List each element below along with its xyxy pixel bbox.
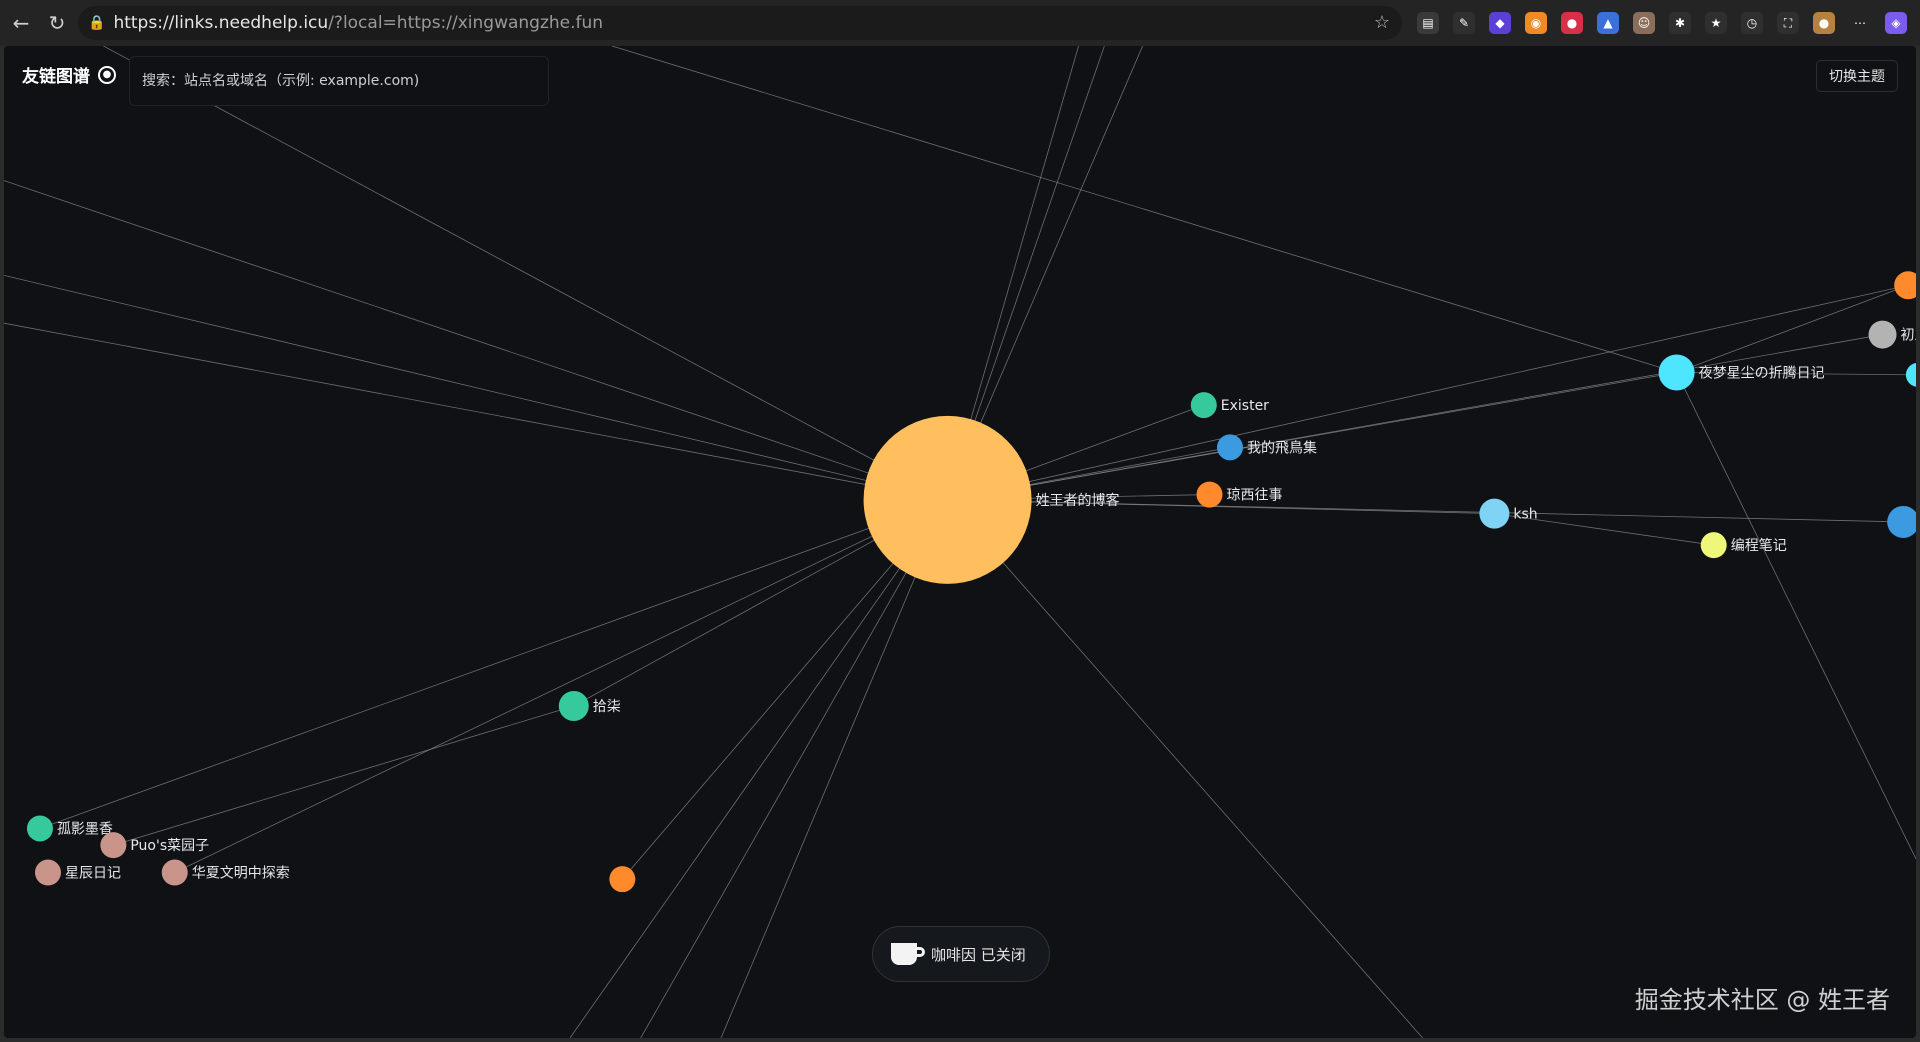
caffeine-toggle-button[interactable]: 咖啡因 已关闭 — [872, 926, 1050, 982]
node-circle[interactable] — [100, 832, 127, 859]
ext-red-icon[interactable]: ● — [1561, 12, 1583, 34]
node-circle[interactable] — [26, 815, 53, 842]
node-label: 初之 — [1901, 327, 1916, 344]
copilot-icon[interactable]: ◈ — [1885, 12, 1907, 34]
node-label: 姓王者的博客 — [1036, 492, 1120, 509]
lock-icon[interactable]: 🔒 — [88, 15, 105, 31]
search-input[interactable] — [129, 56, 549, 106]
node-circle[interactable] — [34, 859, 61, 886]
friend-link-graph[interactable]: 姓王者的博客 Exister 我的飛鳥集琼西往事 ksh 编程笔记 夜梦星尘の折腾日记 初之… — [4, 46, 1916, 1038]
rss-icon[interactable]: ◉ — [1525, 12, 1547, 34]
node-label: Puo's菜园子 — [130, 838, 209, 854]
toggle-theme-button[interactable]: 切换主题 — [1816, 60, 1898, 92]
node-label: 星辰日记 — [65, 866, 121, 882]
node-circle[interactable] — [1479, 498, 1510, 529]
node-circle[interactable] — [161, 859, 188, 886]
ext-face-icon[interactable]: ☺ — [1633, 12, 1655, 34]
node-circle[interactable] — [1658, 354, 1695, 391]
graph-page: 姓王者的博客 Exister 我的飛鳥集琼西往事 ksh 编程笔记 夜梦星尘の折腾日记 初之… — [4, 46, 1916, 1038]
graph-node[interactable]: 拾柒 — [558, 690, 621, 721]
node-circle[interactable] — [863, 415, 1032, 584]
coffee-cup-icon — [891, 943, 925, 965]
node-circle[interactable] — [1196, 481, 1223, 508]
graph-node[interactable]: 孤影墨香 — [26, 815, 113, 842]
graph-edge — [4, 322, 948, 501]
node-label: 编程笔记 — [1731, 538, 1787, 554]
favorites-icon[interactable]: ★ — [1705, 12, 1727, 34]
node-label: 孤影墨香 — [57, 821, 113, 837]
graph-node[interactable] — [1905, 363, 1916, 387]
address-bar[interactable]: 🔒 https://links.needhelp.icu /?local=htt… — [78, 6, 1402, 40]
graph-node[interactable]: ksh — [1479, 498, 1538, 529]
graph-node[interactable]: 华夏文明中探索 — [161, 859, 290, 886]
graph-node[interactable] — [1887, 505, 1916, 538]
node-circle[interactable] — [1887, 505, 1916, 538]
node-label: ksh — [1513, 507, 1537, 523]
reload-icon[interactable]: ↻ — [42, 8, 72, 38]
browser-toolbar: ← ↻ 🔒 https://links.needhelp.icu /?local… — [0, 0, 1920, 46]
node-circle[interactable] — [1190, 392, 1217, 419]
graph-edge — [174, 499, 948, 873]
more-icon[interactable]: ⋯ — [1849, 12, 1871, 34]
reader-icon[interactable]: ▤ — [1417, 12, 1439, 34]
graph-edge — [4, 180, 948, 501]
screenshot-icon[interactable]: ⛶ — [1777, 12, 1799, 34]
extensions-toolbar: ▤ ✎ ◆ ◉ ● ▲ ☺ ✱ ★ ◷ ⛶ ● ⋯ ◈ — [1410, 8, 1914, 38]
history-icon[interactable]: ◷ — [1741, 12, 1763, 34]
node-label: 夜梦星尘の折腾日记 — [1699, 364, 1825, 381]
site-title: 友链图谱 — [22, 67, 90, 87]
node-label: Exister — [1221, 398, 1269, 414]
graph-node[interactable]: Exister — [1190, 392, 1269, 419]
bookmark-star-icon[interactable]: ☆ — [1374, 12, 1390, 33]
node-circle[interactable] — [1868, 320, 1897, 349]
brand: 友链图谱 ● — [22, 62, 116, 87]
graph-node[interactable]: Puo's菜园子 — [100, 832, 209, 859]
watermark: 掘金技术社区 @ 姓王者 — [1634, 986, 1890, 1014]
url-host: https://links.needhelp.icu — [113, 13, 329, 33]
graph-node[interactable]: 星辰日记 — [34, 859, 121, 886]
node-circle[interactable] — [1894, 271, 1916, 300]
node-label: 我的飛鳥集 — [1247, 439, 1317, 456]
url-path: /?local=https://xingwangzhe.fun — [328, 13, 604, 33]
graph-edge — [4, 274, 948, 501]
graph-edge — [113, 705, 574, 846]
graph-edge — [103, 46, 948, 501]
puzzle-icon[interactable]: ✱ — [1669, 12, 1691, 34]
graph-node[interactable] — [609, 866, 636, 893]
ext-blue-icon[interactable]: ▲ — [1597, 12, 1619, 34]
back-icon[interactable]: ← — [6, 8, 36, 38]
ext-purple-icon[interactable]: ◆ — [1489, 12, 1511, 34]
graph-edge — [947, 284, 1909, 501]
graph-node[interactable]: 姓王者的博客 — [863, 415, 1120, 584]
graph-edge — [39, 499, 948, 829]
node-circle[interactable] — [1905, 363, 1916, 387]
node-circle[interactable] — [1216, 434, 1243, 461]
graph-node[interactable]: 琼西往事 — [1196, 481, 1283, 508]
node-label: 琼西往事 — [1227, 488, 1283, 504]
github-icon[interactable]: ● — [98, 65, 116, 84]
node-label: 华夏文明中探索 — [192, 865, 290, 882]
graph-node[interactable]: 初之 — [1868, 320, 1916, 349]
graph-edge — [1676, 372, 1916, 860]
avatar-icon[interactable]: ● — [1813, 12, 1835, 34]
graph-edge — [611, 46, 1677, 373]
graph-node[interactable]: 编程笔记 — [1700, 532, 1787, 559]
caffeine-status-label: 咖啡因 已关闭 — [931, 945, 1026, 964]
node-circle[interactable] — [558, 690, 589, 721]
node-circle[interactable] — [609, 866, 636, 893]
graph-edge — [947, 334, 1883, 501]
node-circle[interactable] — [1700, 532, 1727, 559]
graph-node[interactable] — [1894, 271, 1916, 300]
bird-icon[interactable]: ✎ — [1453, 12, 1475, 34]
node-label: 拾柒 — [593, 699, 621, 715]
